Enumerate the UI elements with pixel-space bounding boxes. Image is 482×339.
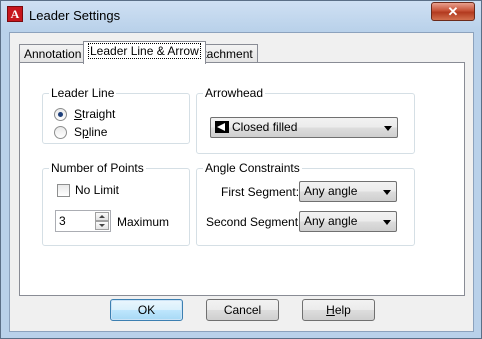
dialog-body: Annotation Leader Line & Arrow Attachmen… <box>9 32 474 332</box>
help-button[interactable]: Help <box>302 299 375 321</box>
max-points-value[interactable]: 3 <box>59 214 66 228</box>
chevron-down-icon <box>384 126 392 131</box>
angle-constraints-group-title: Angle Constraints <box>203 161 302 175</box>
leader-line-group-title: Leader Line <box>49 86 117 100</box>
spline-mnemonic: p <box>82 125 89 139</box>
no-limit-label[interactable]: No Limit <box>75 183 119 197</box>
tab-annotation-label: Annotation <box>24 47 82 61</box>
tab-annotation[interactable]: Annotation <box>19 44 87 64</box>
max-points-stepper[interactable]: 3 <box>55 210 111 232</box>
arrowhead-group: Arrowhead Closed filled <box>196 86 415 154</box>
autocad-app-icon: A <box>7 6 23 22</box>
leader-settings-dialog: A Leader Settings ✕ Annotation Leader Li… <box>0 0 482 339</box>
spin-down-icon[interactable] <box>95 221 109 230</box>
straight-radio[interactable] <box>54 108 67 121</box>
number-of-points-group-title: Number of Points <box>49 161 146 175</box>
arrowhead-select-value: Closed filled <box>232 120 298 134</box>
tab-panel: Leader Line Straight Spline Number of Po… <box>19 62 465 296</box>
leader-line-group: Leader Line Straight Spline <box>42 86 190 144</box>
cancel-button[interactable]: Cancel <box>206 299 279 321</box>
first-segment-value: Any angle <box>304 184 358 198</box>
spline-radio-label[interactable]: Spline <box>74 125 107 139</box>
arrowhead-group-title: Arrowhead <box>203 86 266 100</box>
angle-constraints-group: Angle Constraints First Segment: Any ang… <box>196 161 415 246</box>
chevron-down-icon <box>383 190 391 195</box>
second-segment-select[interactable]: Any angle <box>299 211 397 232</box>
spline-rest: line <box>88 125 108 139</box>
maximum-label: Maximum <box>117 215 170 229</box>
first-segment-select[interactable]: Any angle <box>299 181 397 202</box>
close-button[interactable]: ✕ <box>431 2 475 21</box>
straight-rest: traight <box>82 107 116 121</box>
help-rest: elp <box>334 303 351 317</box>
straight-mnemonic: S <box>74 107 83 121</box>
tab-leader-line-arrow[interactable]: Leader Line & Arrow <box>83 41 206 64</box>
first-segment-label: First Segment: <box>221 185 300 199</box>
chevron-down-icon <box>383 220 391 225</box>
help-mnemonic: H <box>326 303 335 317</box>
straight-radio-label[interactable]: Straight <box>74 107 115 121</box>
radio-selected-dot <box>58 112 63 117</box>
dialog-title: Leader Settings <box>29 8 121 23</box>
second-segment-value: Any angle <box>304 214 358 228</box>
no-limit-checkbox[interactable] <box>57 184 70 197</box>
ok-button[interactable]: OK <box>110 299 183 321</box>
number-of-points-group: Number of Points No Limit 3 Maximum <box>42 161 190 246</box>
title-bar[interactable]: A Leader Settings ✕ <box>1 1 481 31</box>
spinner-buttons <box>95 212 109 230</box>
spin-up-icon[interactable] <box>95 212 109 221</box>
tab-leader-line-arrow-label: Leader Line & Arrow <box>88 43 201 59</box>
second-segment-label: Second Segment: <box>206 215 302 229</box>
arrowhead-select[interactable]: Closed filled <box>210 117 398 138</box>
spline-radio[interactable] <box>54 126 67 139</box>
spline-prefix: S <box>74 125 83 139</box>
closed-filled-arrow-icon <box>215 121 229 133</box>
